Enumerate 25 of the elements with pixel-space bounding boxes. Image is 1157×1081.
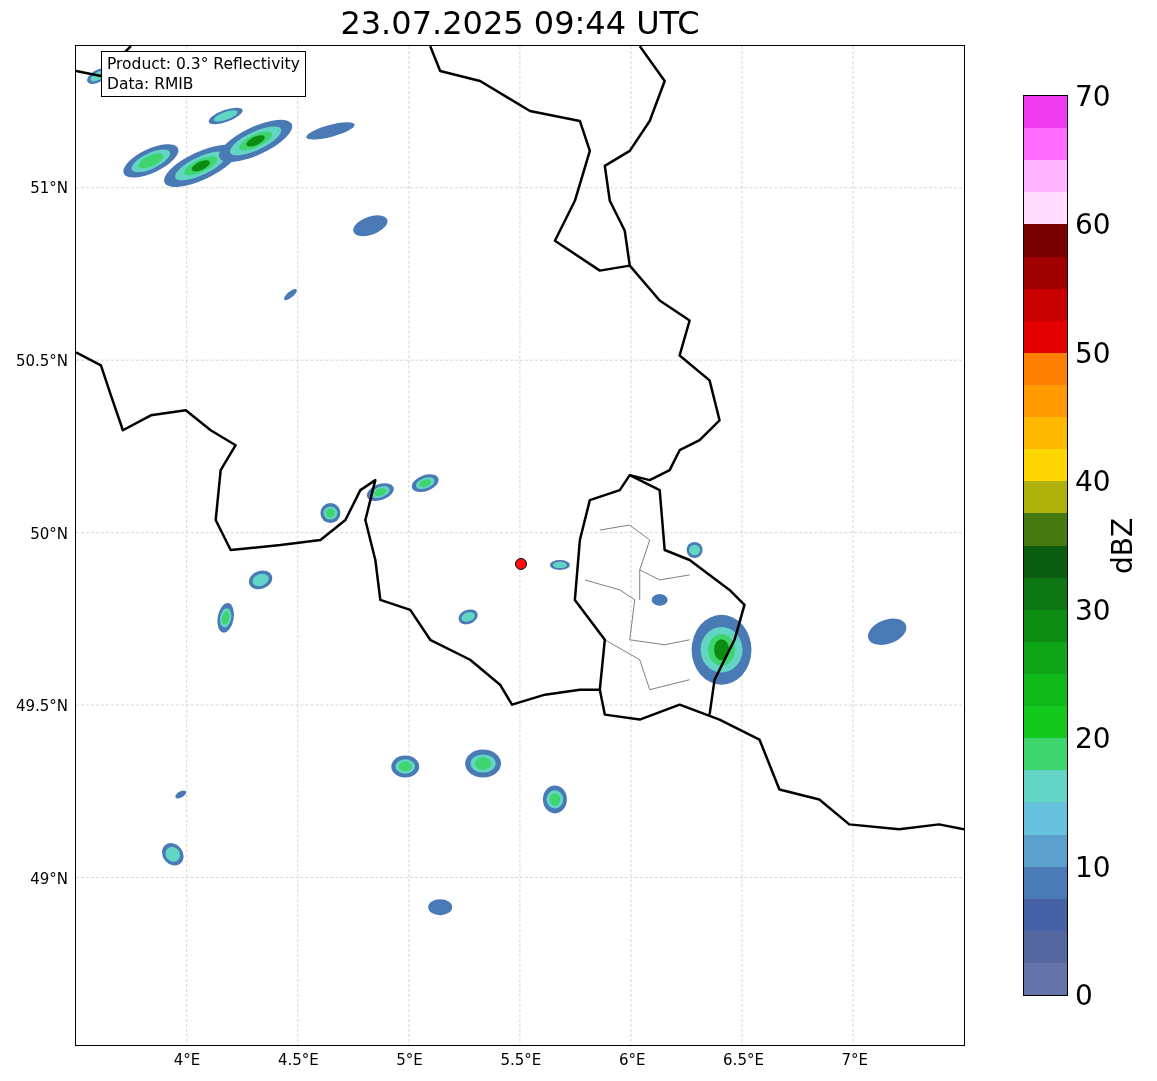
latitude-label: 51°N: [30, 179, 68, 197]
colorbar-tick-label: 50: [1075, 336, 1111, 370]
colorbar-tick-label: 20: [1075, 721, 1111, 755]
longitude-label: 4.5°E: [277, 1051, 319, 1069]
colorbar-tick-label: 10: [1075, 850, 1111, 884]
chart-title: 23.07.2025 09:44 UTC: [339, 2, 701, 44]
latitude-label: 49°N: [30, 870, 68, 889]
longitude-label: 5°E: [396, 1051, 423, 1069]
longitude-label: 6°E: [618, 1051, 646, 1069]
colorbar-tick-label: 60: [1075, 207, 1111, 241]
longitude-label: 7°E: [841, 1051, 869, 1069]
legend-text: Product: 0.3° Reflectivity: [107, 54, 300, 74]
latitude-label: 50°N: [30, 524, 68, 543]
longitude-label: 6.5°E: [723, 1051, 764, 1069]
colorbar-tick-label: 70: [1075, 79, 1111, 113]
colorbar-tick-label: 30: [1075, 593, 1111, 627]
colorbar-tick-label: 0: [1075, 978, 1093, 1012]
radar-site-marker: [515, 557, 527, 570]
latitude-label: 50.5°N: [15, 351, 68, 370]
colorbar-label: dBZ: [1105, 517, 1139, 575]
legend-text: Data: RMIB: [107, 74, 195, 94]
latitude-label: 49.5°N: [15, 697, 68, 716]
colorbar-tick-label: 40: [1075, 464, 1111, 498]
longitude-label: 5.5°E: [500, 1051, 542, 1069]
longitude-label: 4°E: [173, 1051, 201, 1069]
